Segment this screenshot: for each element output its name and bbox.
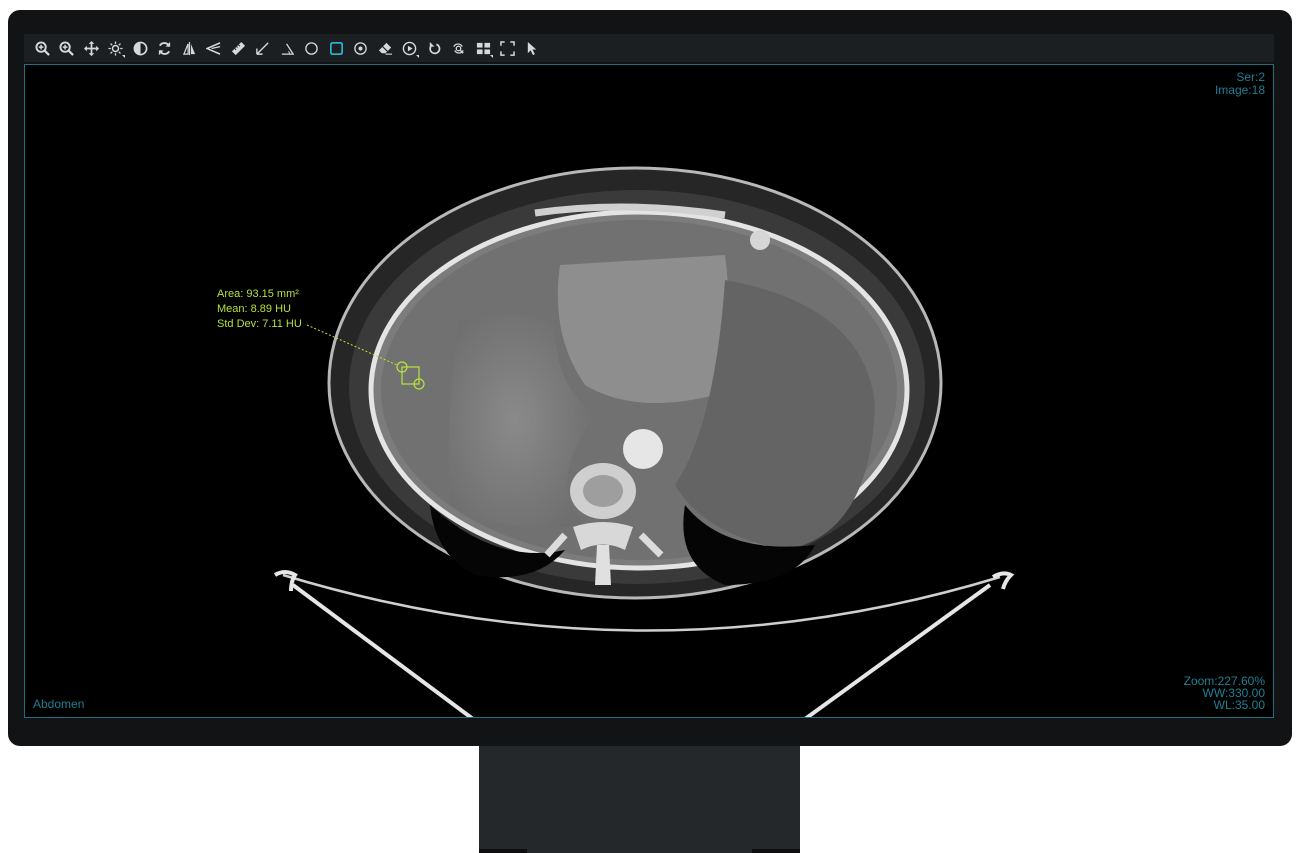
flip-tool[interactable] <box>177 36 202 60</box>
square-icon <box>329 41 344 56</box>
fullscreen-icon <box>500 40 516 56</box>
magnify-icon <box>451 41 466 56</box>
pan-tool[interactable] <box>79 36 104 60</box>
zoom-icon <box>59 40 75 56</box>
brightness-dropdown-caret <box>122 55 125 58</box>
zoom-tool[interactable] <box>55 36 80 60</box>
zoom-in-tool[interactable] <box>30 36 55 60</box>
monitor-stand <box>479 746 800 853</box>
invert-tool[interactable] <box>128 36 153 60</box>
angle-tool[interactable] <box>202 36 227 60</box>
probe-tool[interactable] <box>349 36 374 60</box>
rectangle-roi-tool[interactable] <box>324 36 349 60</box>
refresh-icon <box>157 41 172 56</box>
viewer-toolbar <box>24 34 1274 62</box>
contrast-icon <box>133 41 148 56</box>
brightness-icon <box>108 40 123 56</box>
fullscreen-tool[interactable] <box>496 36 521 60</box>
roi-measurement-label[interactable]: Area: 93.15 mm² Mean: 8.89 HU Std Dev: 7… <box>217 287 302 332</box>
triangle-icon <box>280 41 295 56</box>
target-icon <box>353 41 368 56</box>
grid-icon <box>476 41 491 56</box>
angle-icon <box>206 41 221 56</box>
zoom-in-icon <box>35 40 50 56</box>
ct-scan-image <box>273 166 1015 717</box>
cobb-angle-tool[interactable] <box>275 36 300 60</box>
roi-std-dev: Std Dev: 7.11 HU <box>217 318 302 330</box>
layout-tool[interactable] <box>471 36 496 60</box>
cine-tool[interactable] <box>398 36 423 60</box>
arrow-icon <box>255 41 270 56</box>
cine-dropdown-caret <box>416 55 419 58</box>
arrow-tool[interactable] <box>251 36 276 60</box>
image-viewport[interactable]: Ser:2 Image:18 Area: 93.15 mm² Mean: 8.8… <box>24 64 1274 718</box>
length-tool[interactable] <box>226 36 251 60</box>
window-level-label: WL:35.00 <box>1213 698 1265 712</box>
ruler-icon <box>231 41 246 56</box>
stand-foot-right <box>752 849 800 853</box>
rotate-tool[interactable] <box>422 36 447 60</box>
move-icon <box>83 40 99 56</box>
series-overlay: Ser:2 Image:18 <box>1215 71 1265 97</box>
roi-mean: Mean: 8.89 HU <box>217 303 291 315</box>
eraser-tool[interactable] <box>373 36 398 60</box>
rotate-icon <box>427 41 442 56</box>
circle-icon <box>304 41 319 56</box>
body-part-label: Abdomen <box>33 697 85 711</box>
image-label: Image:18 <box>1214 83 1265 97</box>
cursor-icon <box>525 41 540 56</box>
flip-icon <box>182 41 197 56</box>
play-icon <box>402 41 417 56</box>
roi-area: Area: 93.15 mm² <box>217 288 299 300</box>
window-overlay: Zoom:227.60% WW:330.00 WL:35.00 <box>1184 675 1265 711</box>
stand-foot-left <box>479 849 527 853</box>
magnify-tool[interactable] <box>447 36 472 60</box>
ellipse-roi-tool[interactable] <box>300 36 325 60</box>
pointer-tool[interactable] <box>520 36 545 60</box>
brightness-tool[interactable] <box>104 36 129 60</box>
layout-dropdown-caret <box>489 55 493 58</box>
reset-tool[interactable] <box>153 36 178 60</box>
eraser-icon <box>378 41 393 56</box>
